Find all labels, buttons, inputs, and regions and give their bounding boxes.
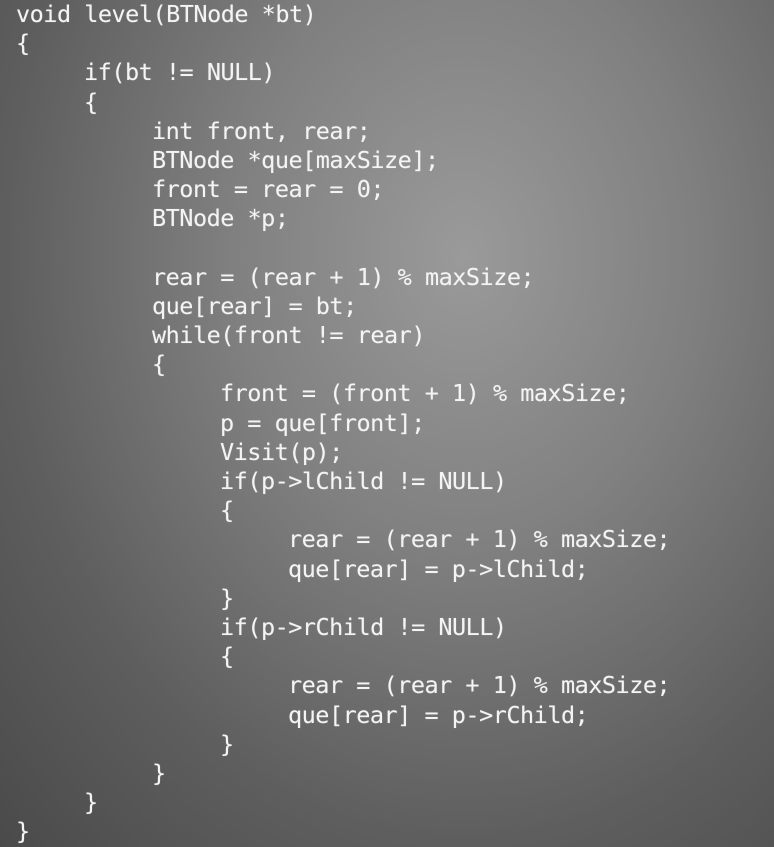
code-line: front = rear = 0; [152,175,385,204]
code-line: if(p->lChild != NULL) [220,467,507,495]
code-line: void level(BTNode *bt) [16,0,317,28]
code-line: { [220,642,234,671]
code-line: } [84,788,98,817]
code-line: que[rear] = bt; [152,291,357,320]
code-line: rear = (rear + 1) % maxSize; [152,262,535,291]
code-listing: void level(BTNode *bt) { if(bt != NULL) … [0,0,774,847]
code-line: p = que[front]; [220,408,425,437]
code-line: front = (front + 1) % maxSize; [220,379,630,408]
code-line: que[rear] = p->rChild; [288,700,589,729]
code-line: BTNode *que[maxSize]; [152,145,439,174]
code-line: } [152,758,166,787]
code-line: if(bt != NULL) [84,58,276,87]
code-line: } [220,583,234,612]
code-line: } [16,817,30,846]
code-line: rear = (rear + 1) % maxSize; [288,525,671,554]
code-line: Visit(p); [220,437,343,466]
code-line: { [84,87,98,116]
code-line: int front, rear; [152,116,371,145]
code-line: { [152,350,166,379]
code-line: { [16,29,30,58]
code-line: { [220,496,234,525]
code-line: rear = (rear + 1) % maxSize; [288,671,671,700]
code-line: que[rear] = p->lChild; [288,554,589,583]
code-line: while(front != rear) [152,321,425,350]
code-line: } [220,729,234,758]
code-line: BTNode *p; [152,204,289,233]
code-line: if(p->rChild != NULL) [220,612,507,641]
